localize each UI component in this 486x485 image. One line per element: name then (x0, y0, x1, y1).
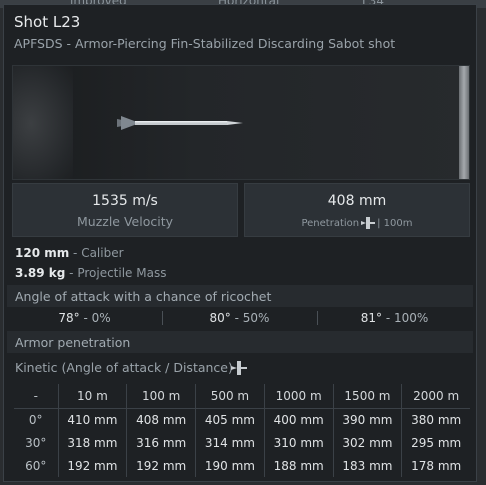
table-header: 100 m (126, 384, 196, 409)
table-header-row: - 10 m 100 m 500 m 1000 m 1500 m 2000 m (14, 384, 470, 409)
table-cell: 314 mm (195, 431, 265, 454)
ricochet-chance: - 100% (382, 311, 429, 325)
caliber-row: 120 mm - Caliber (15, 243, 166, 263)
table-cell: 380 mm (401, 408, 470, 431)
ricochet-cell: 78° - 0% (7, 311, 162, 325)
caliber-label: - Caliber (69, 246, 124, 260)
penetration-label-row: Penetration | 100m (245, 217, 469, 229)
armor-penetration-heading: Armor penetration (7, 331, 473, 353)
table-cell: 410 mm (57, 408, 127, 431)
table-cell: 400 mm (263, 408, 334, 431)
table-header: 2000 m (401, 384, 470, 409)
penetration-label: Penetration (301, 218, 360, 229)
table-header: 1000 m (263, 384, 334, 409)
ricochet-cell: 80° - 50% (162, 311, 317, 325)
mass-value: 3.89 kg (15, 266, 66, 280)
row-angle: 0° (28, 412, 43, 427)
table-row: 30° 318 mm 316 mm 314 mm 310 mm 302 mm 2… (14, 431, 470, 454)
ammo-title: Shot L23 (14, 13, 81, 31)
ricochet-chance: - 50% (230, 311, 270, 325)
ammo-specs: 120 mm - Caliber 3.89 kg - Projectile Ma… (15, 243, 166, 283)
table-cell: 408 mm (126, 408, 196, 431)
velocity-stat: 1535 m/s Muzzle Velocity (12, 183, 238, 237)
table-cell: 390 mm (332, 408, 402, 431)
ricochet-angle: 81° (360, 311, 382, 325)
penetration-range: | 100m (377, 218, 413, 229)
table-cell: 310 mm (263, 431, 334, 454)
velocity-label: Muzzle Velocity (76, 214, 173, 229)
table-cell: 318 mm (57, 431, 127, 454)
ricochet-heading: Angle of attack with a chance of ricoche… (7, 285, 473, 307)
table-row: 60° 192 mm 192 mm 190 mm 188 mm 183 mm 1… (14, 454, 470, 477)
penetration-value: 408 mm (327, 193, 387, 209)
ricochet-chance: - 0% (79, 311, 111, 325)
ricochet-row: 78° - 0% 80° - 50% 81° - 100% (7, 308, 473, 328)
table-header: 1500 m (332, 384, 402, 409)
table-cell: 302 mm (332, 431, 402, 454)
ricochet-cell: 81° - 100% (317, 311, 472, 325)
caliber-value: 120 mm (15, 246, 70, 260)
row-angle: 30° (25, 435, 47, 450)
kinetic-label: Kinetic (Angle of attack / Distance) (15, 360, 233, 375)
armor-plate (459, 66, 469, 179)
table-header: - (14, 384, 58, 409)
ricochet-angle: 78° (58, 311, 80, 325)
muzzle-smoke (13, 66, 73, 179)
table-cell: 405 mm (195, 408, 265, 431)
table-cell: 192 mm (57, 454, 127, 477)
projectile-preview (12, 65, 470, 180)
penetration-table: - 10 m 100 m 500 m 1000 m 1500 m 2000 m … (14, 384, 470, 477)
table-header: 500 m (195, 384, 265, 409)
table-header: 10 m (57, 384, 127, 409)
table-cell: 316 mm (126, 431, 196, 454)
armor-penetration-icon (361, 217, 376, 229)
projectile-icon (117, 116, 243, 130)
velocity-value: 1535 m/s (92, 193, 158, 209)
ammo-subtitle: APFSDS - Armor-Piercing Fin-Stabilized D… (14, 36, 396, 51)
armor-penetration-icon (231, 361, 247, 375)
table-cell: 178 mm (401, 454, 470, 477)
table-cell: 188 mm (263, 454, 334, 477)
ammo-stats: 1535 m/s Muzzle Velocity 408 mm Penetrat… (12, 183, 470, 237)
penetration-stat: 408 mm Penetration | 100m (244, 183, 470, 237)
ricochet-angle: 80° (209, 311, 231, 325)
table-row: 0° 410 mm 408 mm 405 mm 400 mm 390 mm 38… (14, 408, 470, 431)
mass-row: 3.89 kg - Projectile Mass (15, 263, 166, 283)
mass-label: - Projectile Mass (65, 266, 167, 280)
table-cell: 183 mm (332, 454, 402, 477)
table-cell: 192 mm (126, 454, 196, 477)
table-cell: 295 mm (401, 431, 470, 454)
ammo-tooltip: Shot L23 APFSDS - Armor-Piercing Fin-Sta… (3, 4, 477, 482)
row-angle: 60° (25, 458, 47, 473)
table-cell: 190 mm (195, 454, 265, 477)
